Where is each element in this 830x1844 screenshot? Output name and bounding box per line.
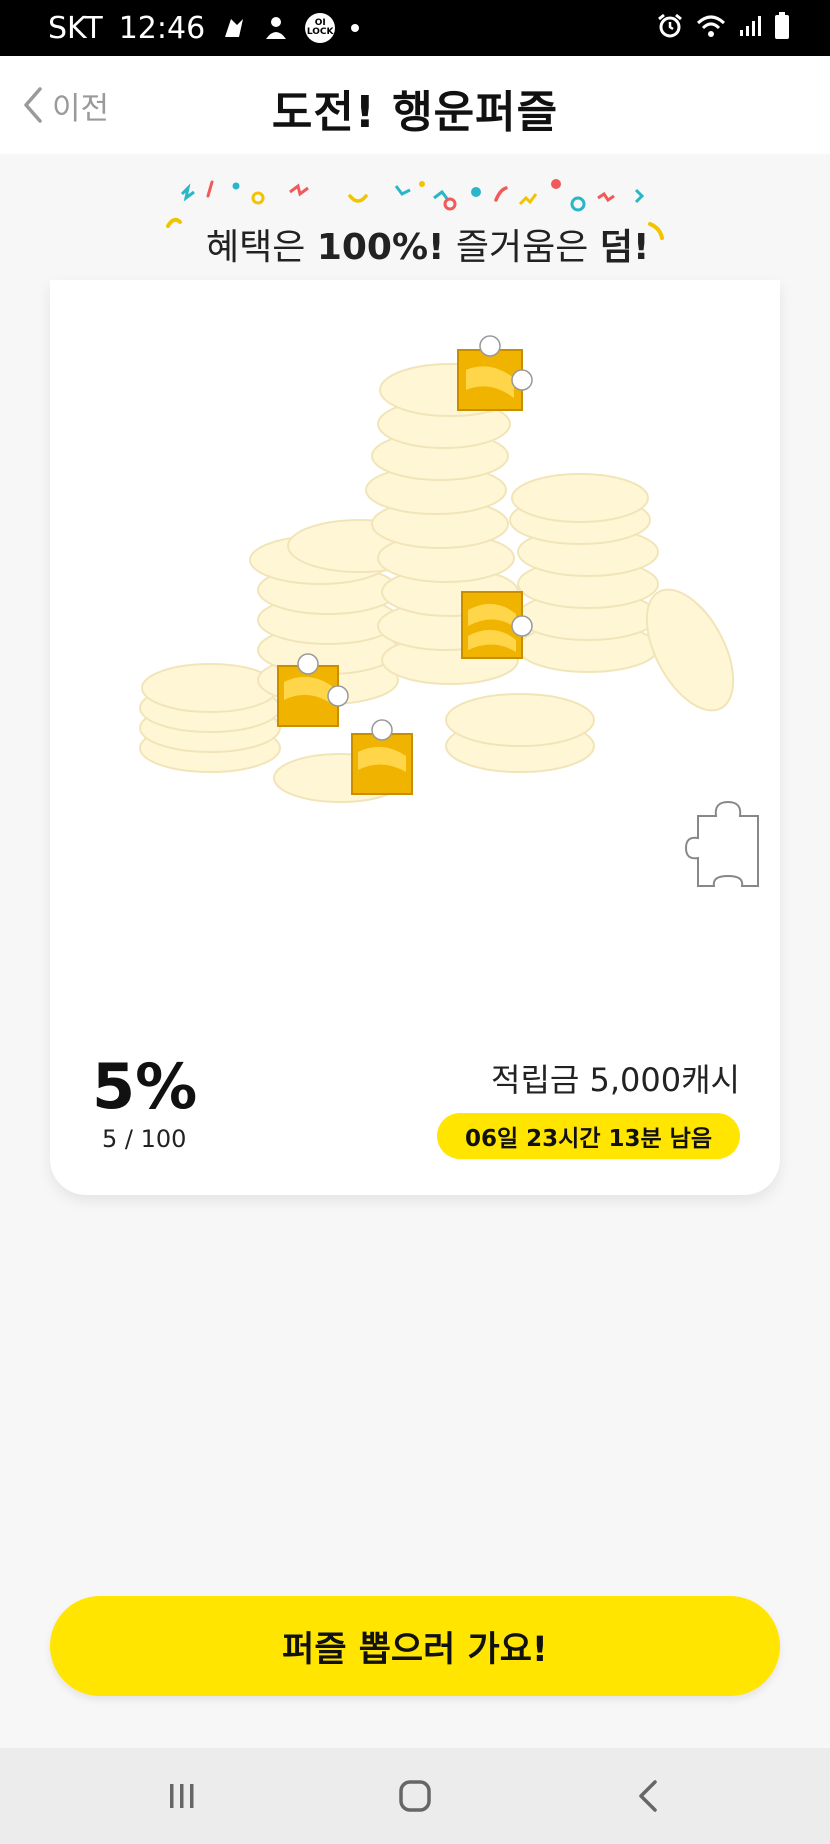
home-button[interactable] (385, 1766, 445, 1826)
banner-part2: 즐거움은 (444, 227, 600, 268)
puzzle-piece-bottom (351, 719, 413, 795)
alarm-icon (656, 12, 684, 44)
nav-back-button[interactable] (618, 1766, 678, 1826)
progress-percent: 5% (92, 1050, 198, 1123)
banner-bold2: 덤! (599, 227, 650, 268)
time-remaining-badge: 06일 23시간 13분 남음 (436, 1113, 740, 1159)
app-header: 이전 도전! 행운퍼즐 (0, 56, 830, 154)
coin-stacks (139, 363, 735, 803)
home-icon (399, 1780, 431, 1812)
signal-icon (738, 14, 762, 42)
banner-text: 혜택은 100%! 즐거움은 덤! (206, 218, 649, 270)
status-left: SKT 12:46 OI LOCK (48, 0, 360, 56)
status-bar: SKT 12:46 OI LOCK (0, 0, 830, 56)
status-carrier: SKT (48, 10, 103, 46)
system-nav-bar (0, 1748, 830, 1844)
wifi-icon (696, 13, 726, 43)
banner-part1: 혜택은 (206, 227, 317, 268)
back-icon (639, 1780, 657, 1812)
reward-label: 적립금 5,000캐시 (491, 1061, 740, 1099)
recents-icon (170, 1784, 194, 1808)
puzzle-piece-center (461, 591, 533, 659)
puzzle-card: 5% 5 / 100 적립금 5,000캐시 06일 23시간 13분 남음 (50, 280, 780, 1195)
draw-puzzle-button[interactable]: 퍼즐 뽑으러 가요! (50, 1596, 780, 1696)
page-title: 도전! 행운퍼즐 (271, 87, 559, 138)
banner-bold1: 100%! (316, 227, 445, 268)
more-notifications-dot-icon (351, 24, 360, 32)
coin-puzzle-image (139, 335, 759, 887)
recents-button[interactable] (152, 1766, 212, 1826)
status-time: 12:46 (118, 10, 206, 46)
notification-person-icon (263, 15, 289, 41)
oi-lock-icon: OI LOCK (305, 13, 336, 43)
progress-count: 5 / 100 (102, 1125, 187, 1153)
puzzle-piece-top (457, 335, 533, 411)
promo-banner: 혜택은 100%! 즐거움은 덤! (150, 168, 690, 268)
status-right (656, 0, 790, 56)
battery-icon (774, 12, 790, 44)
notification-app-icon (221, 15, 247, 41)
empty-puzzle-slot (684, 800, 759, 887)
